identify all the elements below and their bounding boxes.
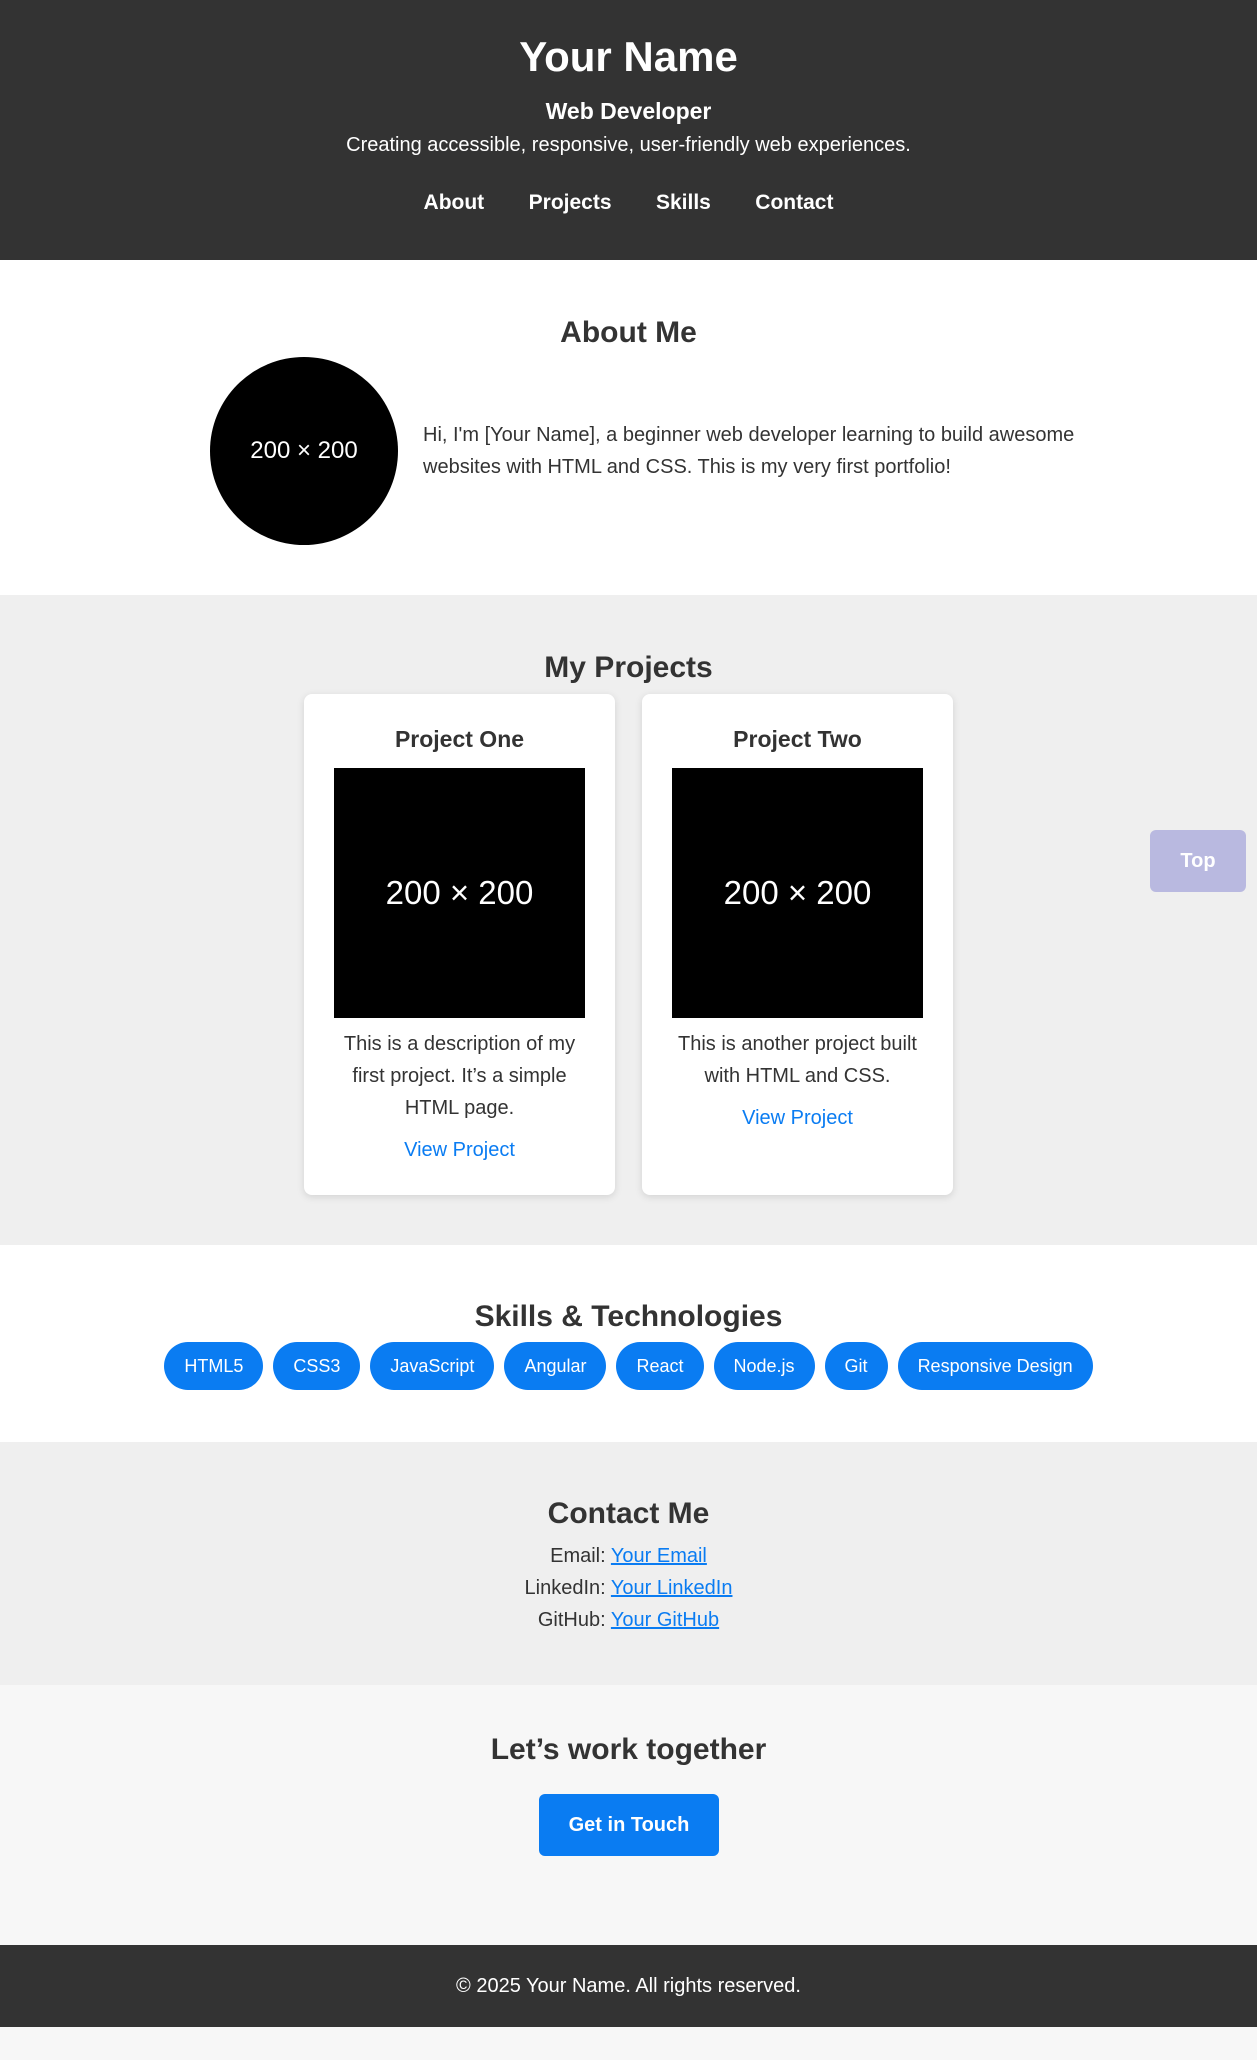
project-card: Project One 200 × 200 This is a descript… [304, 694, 615, 1195]
contact-list: Email: Your Email LinkedIn: Your LinkedI… [0, 1540, 1257, 1636]
about-body: 200 × 200 Hi, I'm [Your Name], a beginne… [210, 357, 1090, 545]
skill-badges: HTML5 CSS3 JavaScript Angular React Node… [0, 1342, 1257, 1390]
skill-badge: Responsive Design [897, 1342, 1093, 1390]
about-title: About Me [560, 316, 697, 349]
project-cards: Project One 200 × 200 This is a descript… [0, 694, 1257, 1195]
skill-badge: Git [824, 1342, 888, 1390]
email-link[interactable]: Your Email [611, 1545, 707, 1567]
back-to-top-button[interactable]: Top [1150, 830, 1246, 892]
skill-badge: Angular [504, 1342, 607, 1390]
main-nav: About Projects Skills Contact [0, 188, 1257, 218]
contact-label: LinkedIn: [524, 1577, 606, 1599]
nav-link-skills[interactable]: Skills [656, 188, 711, 218]
site-tagline: Creating accessible, responsive, user-fr… [346, 134, 911, 156]
contact-label: Email: [550, 1545, 606, 1567]
copyright-text: © 2025 Your Name. All rights reserved. [456, 1974, 801, 1997]
contact-line-linkedin: LinkedIn: Your LinkedIn [0, 1572, 1257, 1604]
nav-link-contact[interactable]: Contact [755, 188, 833, 218]
site-footer: © 2025 Your Name. All rights reserved. [0, 1945, 1257, 2027]
project-card: Project Two 200 × 200 This is another pr… [642, 694, 953, 1195]
project-description: This is another project built with HTML … [677, 1033, 917, 1087]
cta-section: Let’s work together Get in Touch [0, 1685, 1257, 1945]
projects-title: My Projects [544, 651, 713, 684]
contact-title: Contact Me [547, 1497, 710, 1530]
avatar-placeholder-label: 200 × 200 [250, 437, 358, 464]
avatar: 200 × 200 [210, 357, 398, 545]
contact-line-email: Email: Your Email [0, 1540, 1257, 1572]
thumbnail-placeholder-label: 200 × 200 [385, 874, 534, 911]
linkedin-link[interactable]: Your LinkedIn [611, 1577, 733, 1599]
thumbnail-placeholder-label: 200 × 200 [723, 874, 872, 911]
skill-badge: Node.js [713, 1342, 815, 1390]
skill-badge: CSS3 [273, 1342, 361, 1390]
project-description: This is a description of my first projec… [343, 1033, 576, 1119]
site-header: Your Name Web Developer Creating accessi… [0, 0, 1257, 260]
skills-section: Skills & Technologies HTML5 CSS3 JavaScr… [0, 1245, 1257, 1442]
project-thumbnail: 200 × 200 [334, 768, 585, 1018]
about-text: Hi, I'm [Your Name], a beginner web deve… [423, 424, 1075, 478]
skill-badge: React [616, 1342, 704, 1390]
project-thumbnail: 200 × 200 [672, 768, 923, 1018]
site-name: Your Name [519, 33, 738, 80]
projects-section: My Projects Project One 200 × 200 This i… [0, 595, 1257, 1245]
nav-link-about[interactable]: About [424, 188, 485, 218]
view-project-link[interactable]: View Project [742, 1104, 853, 1132]
contact-label: GitHub: [537, 1609, 606, 1631]
skill-badge: JavaScript [370, 1342, 495, 1390]
site-role: Web Developer [545, 98, 712, 124]
skills-title: Skills & Technologies [474, 1300, 783, 1333]
view-project-link[interactable]: View Project [404, 1136, 515, 1164]
project-title: Project Two [733, 726, 862, 752]
github-link[interactable]: Your GitHub [611, 1609, 719, 1631]
contact-section: Contact Me Email: Your Email LinkedIn: Y… [0, 1442, 1257, 1685]
skill-badge: HTML5 [164, 1342, 264, 1390]
contact-line-github: GitHub: Your GitHub [0, 1604, 1257, 1636]
get-in-touch-button[interactable]: Get in Touch [539, 1794, 719, 1856]
cta-title: Let’s work together [490, 1733, 767, 1766]
nav-link-projects[interactable]: Projects [529, 188, 612, 218]
project-title: Project One [394, 726, 525, 752]
